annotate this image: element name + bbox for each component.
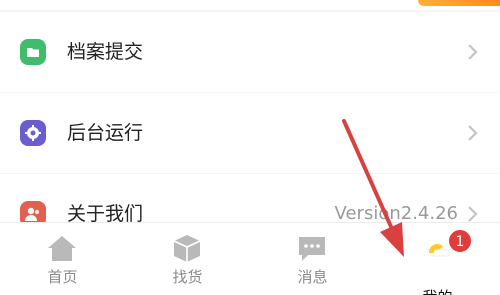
notification-badge: 1 (448, 229, 472, 253)
gear-icon (20, 120, 46, 146)
folder-icon (20, 39, 46, 65)
home-icon (48, 236, 76, 261)
top-accent-strip (418, 0, 500, 6)
tab-label: 我的 (375, 287, 500, 295)
tab-home[interactable]: 首页 (0, 223, 125, 295)
tab-label: 首页 (47, 268, 78, 286)
menu-item-label: 档案提交 (67, 41, 144, 63)
tab-find-goods[interactable]: 找货 (125, 223, 250, 295)
tab-mine[interactable]: 我的 (375, 223, 500, 295)
top-card (0, 0, 500, 10)
chevron-right-icon (468, 125, 478, 141)
tab-messages[interactable]: 消息 (250, 223, 375, 295)
menu-item-background-run[interactable]: 后台运行 (0, 93, 500, 173)
message-icon (299, 237, 325, 261)
menu-item-archive-submit[interactable]: 档案提交 (0, 12, 500, 92)
chevron-right-icon (468, 44, 478, 60)
menu-item-label: 后台运行 (67, 122, 144, 144)
tab-label: 找货 (172, 268, 203, 286)
bottom-tab-bar: 首页 找货 消息 我的 (0, 222, 500, 295)
tab-label: 消息 (297, 268, 328, 286)
box-icon (173, 235, 201, 262)
